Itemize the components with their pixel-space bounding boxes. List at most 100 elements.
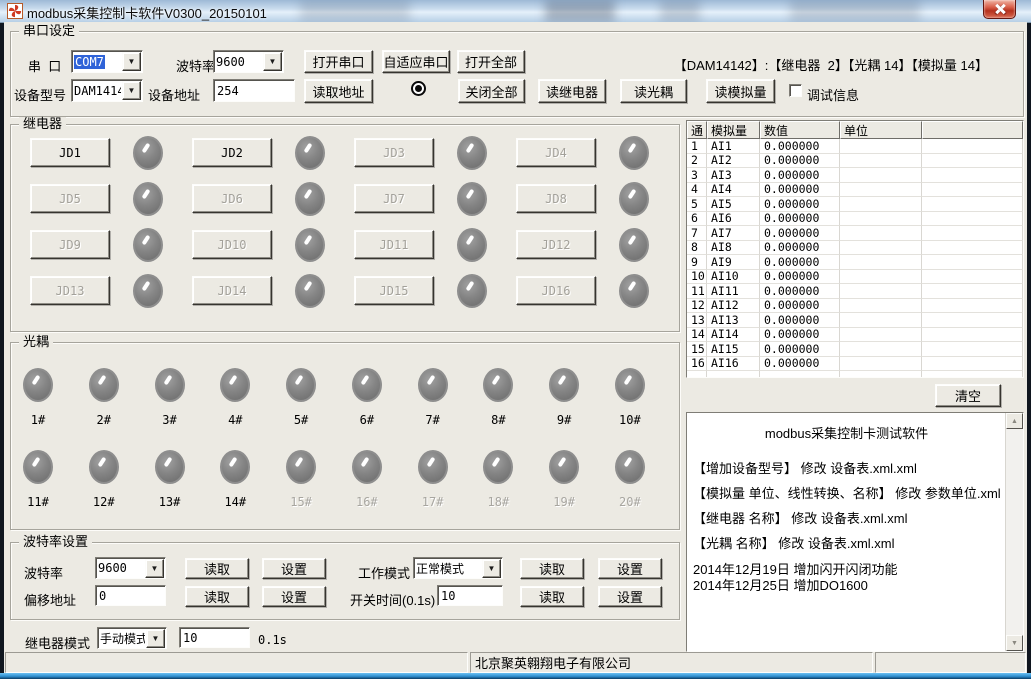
info-scrollbar[interactable]: ▲ ▼ — [1005, 413, 1023, 651]
table-row[interactable]: 9 AI9 0.000000 — [687, 255, 1023, 270]
device-address-input[interactable]: 254 — [213, 79, 295, 102]
close-all-button[interactable]: 关闭全部 — [458, 79, 525, 103]
table-row[interactable]: 13 AI13 0.000000 — [687, 313, 1023, 328]
clear-button[interactable]: 清空 — [935, 384, 1001, 407]
cell-channel: 1 — [687, 139, 707, 154]
baud-set-button[interactable]: 设置 — [262, 558, 326, 579]
table-row[interactable]: 16 AI16 0.000000 — [687, 357, 1023, 372]
relay-mode-combobox[interactable]: 手动模式 ▼ — [97, 627, 167, 649]
cell-unit — [840, 357, 922, 372]
relay-button[interactable]: JD3 — [354, 138, 434, 167]
opto-led-icon — [549, 450, 579, 484]
scroll-up-icon[interactable]: ▲ — [1006, 413, 1023, 429]
opto-led-label: 17# — [422, 495, 444, 509]
switch-set-button[interactable]: 设置 — [598, 586, 662, 607]
opto-led-label: 12# — [93, 495, 115, 509]
workmode-combobox[interactable]: 正常模式 ▼ — [413, 557, 503, 579]
close-button[interactable] — [983, 0, 1016, 19]
relay-knob-icon — [133, 182, 163, 216]
model-combobox[interactable]: DAM14142 ▼ — [71, 79, 143, 102]
relay-button[interactable]: JD5 — [30, 184, 110, 213]
table-row[interactable]: 7 AI7 0.000000 — [687, 226, 1023, 241]
relay-button[interactable]: JD4 — [516, 138, 596, 167]
opto-led-label: 18# — [488, 495, 510, 509]
cell-name: AI7 — [707, 226, 760, 241]
baud-combobox[interactable]: 9600 ▼ — [213, 50, 284, 73]
relay-cell: JD3 — [346, 138, 508, 184]
table-row[interactable]: 11 AI11 0.000000 — [687, 284, 1023, 299]
table-row[interactable] — [687, 371, 1023, 378]
relay-button[interactable]: JD7 — [354, 184, 434, 213]
relay-button[interactable]: JD13 — [30, 276, 110, 305]
info-feature-lines: 【增加设备型号】 修改 设备表.xml.xml【模拟量 单位、线性转换、名称】 … — [693, 456, 1000, 556]
relay-button[interactable]: JD11 — [354, 230, 434, 259]
relay-cell: JD14 — [184, 276, 346, 322]
relay-button[interactable]: JD10 — [192, 230, 272, 259]
cell-extra — [922, 168, 1023, 183]
read-opto-button[interactable]: 读光耦 — [620, 79, 687, 103]
device-summary: 【DAM14142】:【继电器 2】【光耦 14】【模拟量 14】 — [640, 55, 988, 74]
column-header[interactable] — [922, 121, 1023, 139]
adaptive-serial-button[interactable]: 自适应串口 — [382, 50, 450, 73]
chevron-down-icon[interactable]: ▼ — [145, 559, 164, 578]
column-header[interactable]: 数值 — [760, 121, 840, 139]
workmode-set-button[interactable]: 设置 — [598, 558, 662, 579]
relay-button[interactable]: JD2 — [192, 138, 272, 167]
relay-button[interactable]: JD1 — [30, 138, 110, 167]
table-row[interactable]: 5 AI5 0.000000 — [687, 197, 1023, 212]
table-row[interactable]: 3 AI3 0.000000 — [687, 168, 1023, 183]
relay-button[interactable]: JD9 — [30, 230, 110, 259]
table-row[interactable]: 14 AI14 0.000000 — [687, 328, 1023, 343]
offset-read-button[interactable]: 读取 — [185, 586, 249, 607]
relay-group-title: 继电器 — [19, 117, 66, 131]
debug-checkbox[interactable] — [789, 84, 802, 97]
port-combobox[interactable]: COM7 ▼ — [71, 50, 143, 73]
column-header[interactable]: 单位 — [840, 121, 922, 139]
switch-time-label: 开关时间(0.1s) — [350, 590, 435, 609]
baud-read-button[interactable]: 读取 — [185, 558, 249, 579]
relay-cell: JD7 — [346, 184, 508, 230]
table-row[interactable]: 1 AI1 0.000000 — [687, 139, 1023, 154]
table-row[interactable]: 15 AI15 0.000000 — [687, 342, 1023, 357]
chevron-down-icon[interactable]: ▼ — [146, 629, 165, 648]
switch-read-button[interactable]: 读取 — [520, 586, 584, 607]
open-serial-button[interactable]: 打开串口 — [304, 50, 373, 73]
chevron-down-icon[interactable]: ▼ — [122, 52, 141, 71]
table-row[interactable]: 8 AI8 0.000000 — [687, 241, 1023, 256]
offset-set-button[interactable]: 设置 — [262, 586, 326, 607]
read-relay-button[interactable]: 读继电器 — [538, 79, 606, 103]
cell-unit — [840, 328, 922, 343]
relay-knob-icon — [295, 274, 325, 308]
table-row[interactable]: 2 AI2 0.000000 — [687, 154, 1023, 169]
cell-value: 0.000000 — [760, 183, 840, 198]
chevron-down-icon[interactable]: ▼ — [263, 52, 282, 71]
relay-button[interactable]: JD16 — [516, 276, 596, 305]
relay-button[interactable]: JD15 — [354, 276, 434, 305]
read-address-button[interactable]: 读取地址 — [304, 79, 373, 103]
table-row[interactable]: 6 AI6 0.000000 — [687, 212, 1023, 227]
table-row[interactable]: 10 AI10 0.000000 — [687, 270, 1023, 285]
switch-time-input[interactable]: 10 — [437, 585, 503, 606]
relay-knob-icon — [133, 274, 163, 308]
relay-button[interactable]: JD12 — [516, 230, 596, 259]
opto-led-icon — [23, 450, 53, 484]
chevron-down-icon[interactable]: ▼ — [122, 81, 141, 100]
column-header[interactable]: 通 — [687, 121, 707, 139]
relay-button[interactable]: JD8 — [516, 184, 596, 213]
baud2-combobox[interactable]: 9600 ▼ — [95, 557, 166, 579]
relay-knob-icon — [619, 182, 649, 216]
opto-led-label: 3# — [162, 413, 176, 427]
relay-button[interactable]: JD6 — [192, 184, 272, 213]
opto-led-label: 7# — [425, 413, 439, 427]
scroll-down-icon[interactable]: ▼ — [1006, 635, 1023, 651]
workmode-read-button[interactable]: 读取 — [520, 558, 584, 579]
open-all-button[interactable]: 打开全部 — [457, 50, 525, 73]
table-row[interactable]: 4 AI4 0.000000 — [687, 183, 1023, 198]
table-row[interactable]: 12 AI12 0.000000 — [687, 299, 1023, 314]
offset-input[interactable]: 0 — [95, 585, 166, 606]
read-analog-button[interactable]: 读模拟量 — [706, 79, 775, 103]
relay-mode-time-input[interactable]: 10 — [179, 627, 250, 648]
column-header[interactable]: 模拟量 — [707, 121, 760, 139]
chevron-down-icon[interactable]: ▼ — [482, 559, 501, 578]
relay-button[interactable]: JD14 — [192, 276, 272, 305]
